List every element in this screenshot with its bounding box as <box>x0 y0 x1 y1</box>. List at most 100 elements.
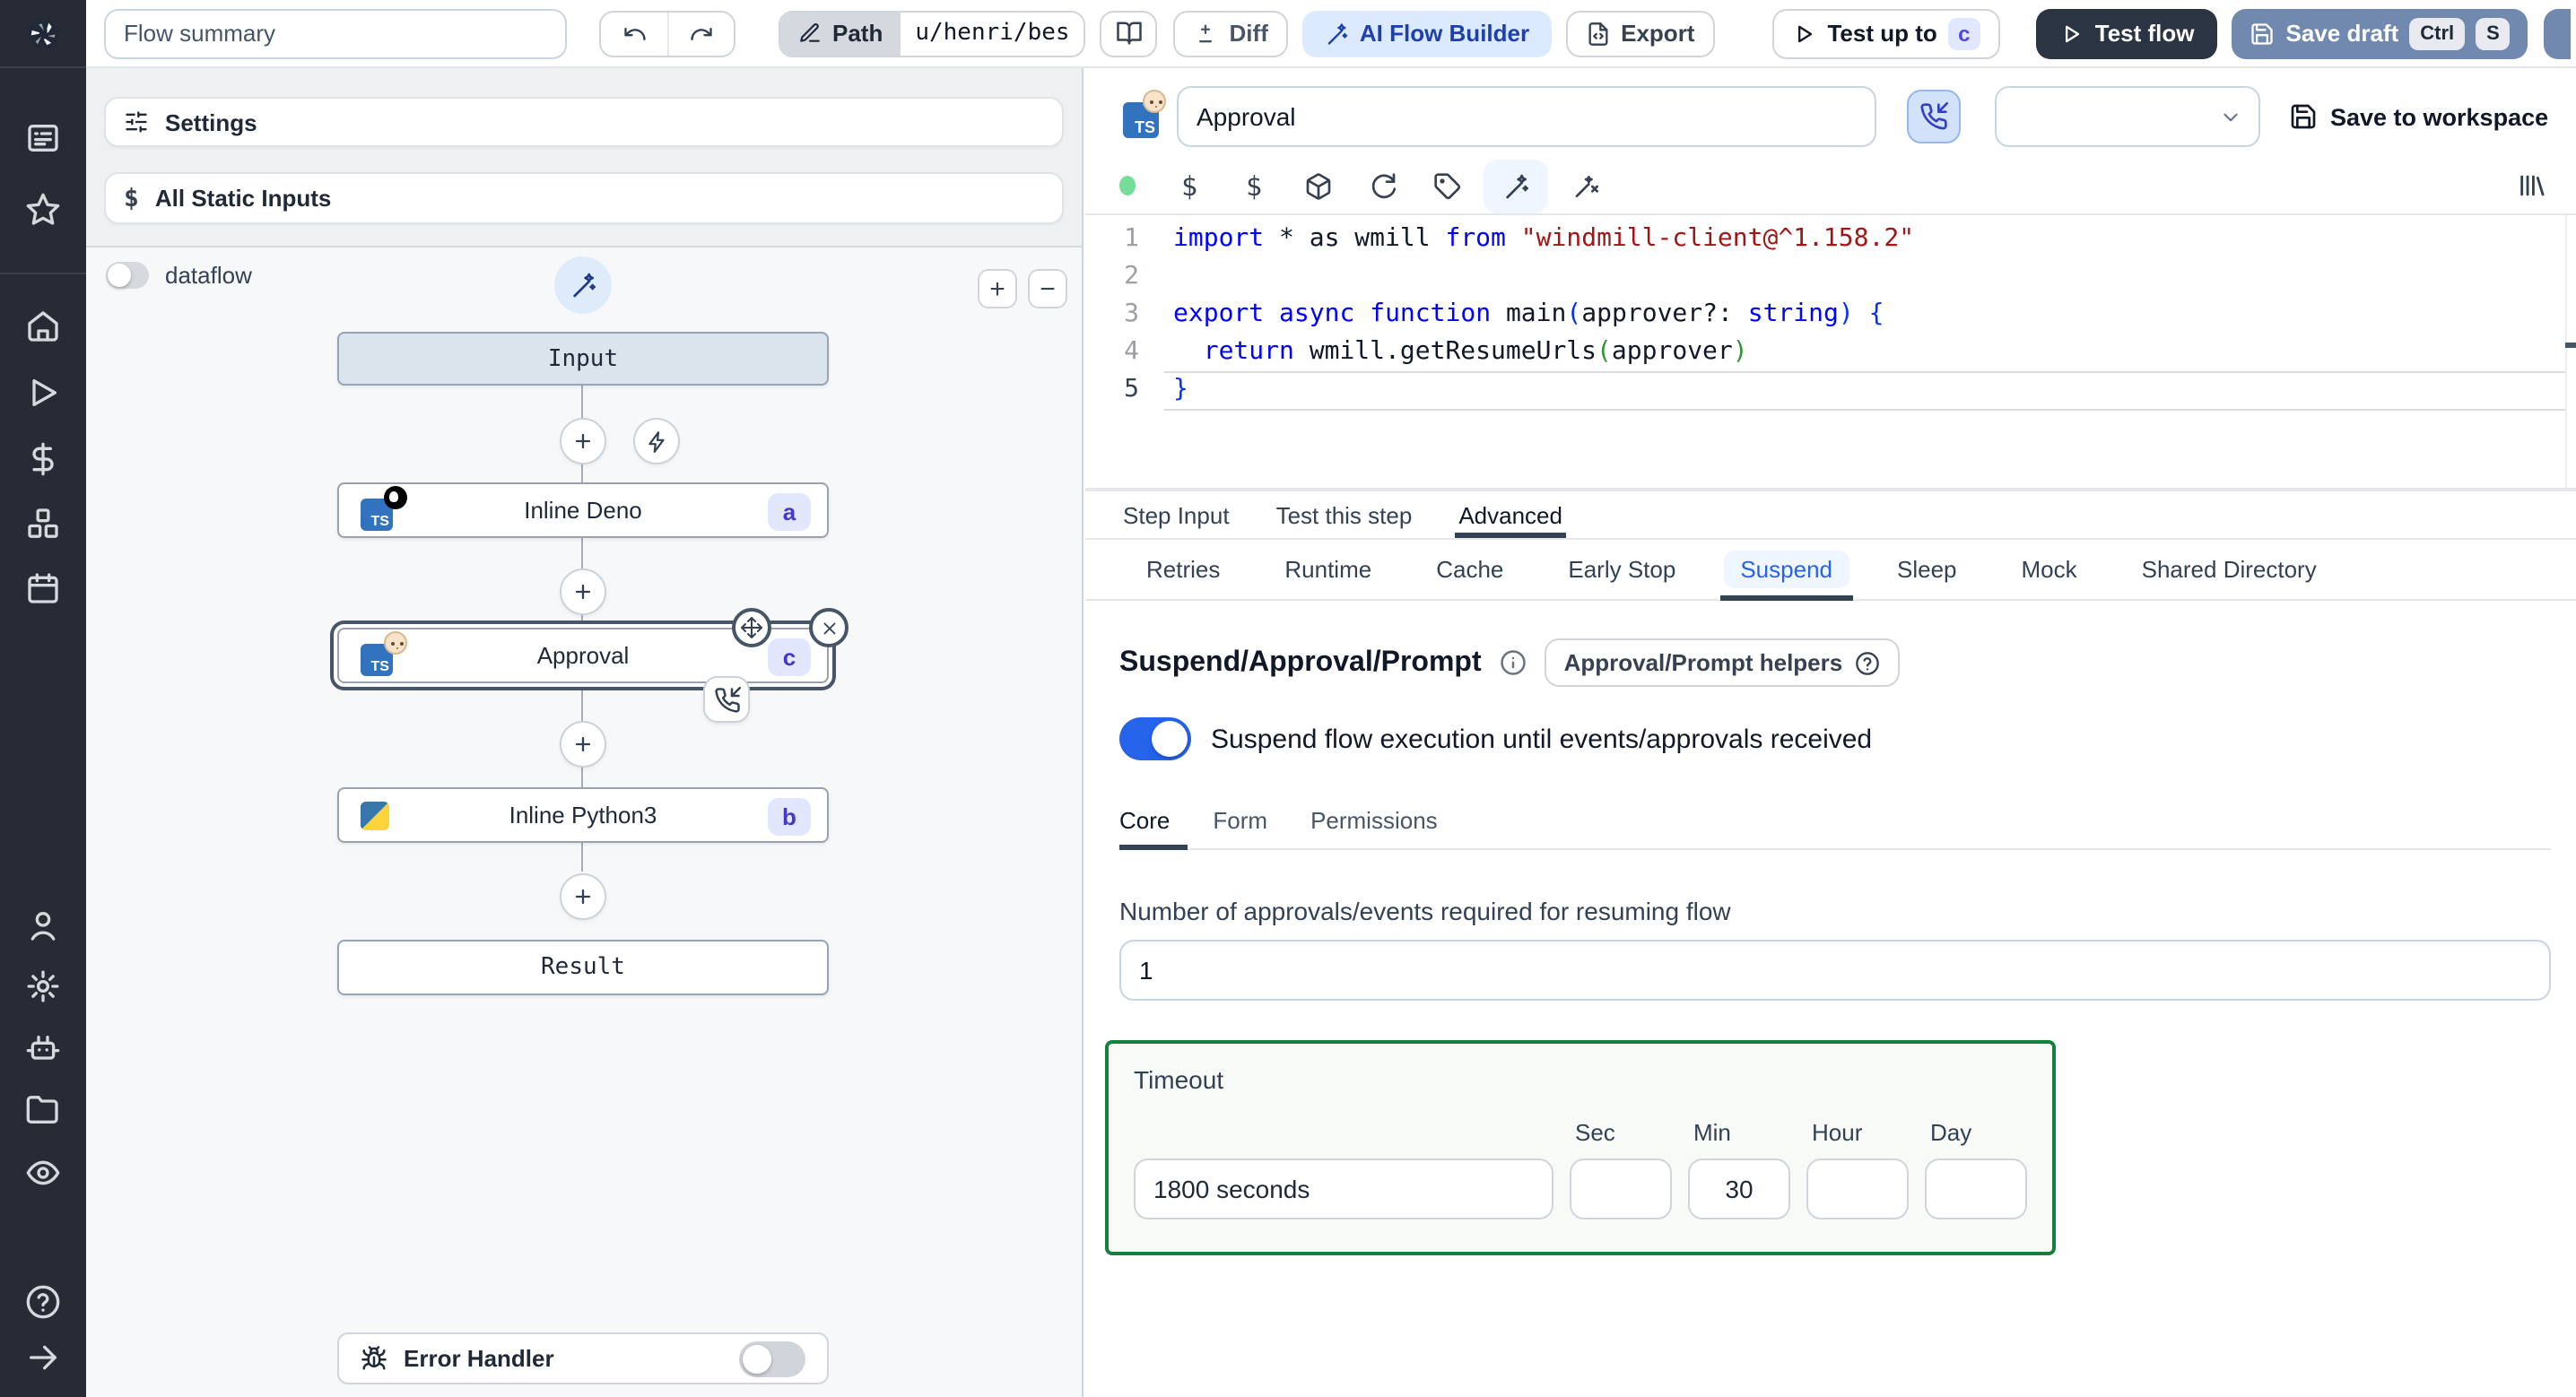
flow-settings-row[interactable]: Settings <box>104 97 1064 147</box>
zoom-out-button[interactable]: − <box>1028 269 1067 308</box>
min-input[interactable] <box>1688 1158 1790 1219</box>
expand-arrow-icon[interactable] <box>25 1340 61 1375</box>
resources-boxes-icon[interactable] <box>25 506 61 542</box>
favorites-star-icon[interactable] <box>25 192 61 228</box>
add-step-button[interactable] <box>560 873 606 920</box>
test-up-to-button[interactable]: Test up to c <box>1771 8 2000 58</box>
redo-button[interactable] <box>667 12 734 55</box>
code-line: } <box>1173 375 1188 403</box>
audit-logs-eye-icon[interactable] <box>25 1155 61 1191</box>
node-inline-deno[interactable]: TS Inline Deno a <box>337 482 829 538</box>
dataflow-toggle[interactable] <box>106 262 149 289</box>
ai-assistant-bubble[interactable] <box>554 256 612 314</box>
flow-summary-input[interactable] <box>104 8 567 58</box>
workers-robot-icon[interactable] <box>25 1031 61 1067</box>
day-input[interactable] <box>1925 1158 2027 1219</box>
line-number: 4 <box>1124 337 1139 366</box>
runs-play-icon[interactable] <box>25 375 61 411</box>
approval-typescript-icon: TS <box>1123 90 1166 138</box>
zoom-in-button[interactable]: + <box>978 269 1017 308</box>
delete-step-button[interactable] <box>809 608 849 647</box>
path-button[interactable]: Path u/henri/bes <box>779 10 1086 56</box>
add-step-button[interactable] <box>560 418 606 464</box>
reload-button[interactable] <box>1354 162 1412 209</box>
deploy-button-partial[interactable] <box>2544 8 2572 58</box>
script-version-select[interactable] <box>1995 86 2260 147</box>
cursor-position-mark <box>2565 343 2576 348</box>
subtab-mock[interactable]: Mock <box>1998 540 2101 599</box>
dollar-icon: $ <box>1245 169 1263 202</box>
apps-icon[interactable] <box>25 120 61 156</box>
suspend-heading: Suspend/Approval/Prompt <box>1119 646 1482 677</box>
node-result[interactable]: Result <box>337 940 829 995</box>
add-step-button[interactable] <box>560 568 606 615</box>
step-id-badge: c <box>768 638 811 676</box>
package-button[interactable] <box>1290 162 1347 209</box>
tab-step-input[interactable]: Step Input <box>1123 491 1230 538</box>
error-handler-row[interactable]: Error Handler <box>337 1332 829 1384</box>
library-button[interactable] <box>2517 170 2547 201</box>
all-static-inputs-label: All Static Inputs <box>154 185 332 212</box>
format-tag-button[interactable] <box>1419 162 1476 209</box>
magic-wand-icon <box>1506 173 1528 198</box>
diff-button[interactable]: Diff <box>1173 10 1288 56</box>
phone-incoming-icon <box>1920 102 1948 130</box>
approvals-required-label: Number of approvals/events required for … <box>1119 897 1731 925</box>
tab-form[interactable]: Form <box>1213 796 1292 848</box>
error-handler-label: Error Handler <box>404 1345 554 1372</box>
subtab-retries[interactable]: Retries <box>1123 540 1243 599</box>
subtab-early-stop[interactable]: Early Stop <box>1545 540 1699 599</box>
tab-permissions[interactable]: Permissions <box>1310 796 1463 848</box>
library-icon <box>2520 175 2545 196</box>
suspend-phone-button[interactable] <box>1907 90 1961 143</box>
tab-advanced[interactable]: Advanced <box>1455 491 1566 538</box>
step-name-input[interactable] <box>1177 86 1876 147</box>
move-step-button[interactable] <box>732 608 771 647</box>
workspace-settings-gear-icon[interactable] <box>25 968 61 1004</box>
all-static-inputs-row[interactable]: $ All Static Inputs <box>104 172 1064 224</box>
add-variable-button[interactable]: $ <box>1161 162 1218 209</box>
approvals-required-input[interactable] <box>1119 940 2551 1001</box>
save-draft-button[interactable]: Save draft Ctrl S <box>2232 8 2528 58</box>
ai-flow-builder-button[interactable]: AI Flow Builder <box>1301 10 1552 56</box>
approval-prompt-helpers-button[interactable]: Approval/Prompt helpers <box>1544 638 1901 687</box>
suspend-phone-badge[interactable] <box>703 676 750 723</box>
code-editor[interactable]: 1 2 3 4 5 import * as wmill from "windmi… <box>1085 215 2576 491</box>
home-icon[interactable] <box>25 308 61 344</box>
undo-button[interactable] <box>601 12 667 55</box>
tab-test-this-step[interactable]: Test this step <box>1276 491 1413 538</box>
windmill-logo[interactable] <box>0 0 86 68</box>
ai-generate-button[interactable] <box>1484 159 1548 213</box>
code-line: export async function main(approver?: st… <box>1173 299 1884 328</box>
suspend-toggle-on[interactable] <box>1119 717 1191 760</box>
add-trigger-button[interactable] <box>633 418 680 464</box>
editor-overview-ruler[interactable] <box>2565 215 2576 488</box>
line-number-active: 5 <box>1124 375 1139 403</box>
magic-wand-off-icon <box>1575 175 1598 196</box>
hour-input[interactable] <box>1806 1158 1909 1219</box>
add-step-button[interactable] <box>560 721 606 768</box>
info-icon[interactable] <box>1500 649 1527 676</box>
node-input[interactable]: Input <box>337 332 829 386</box>
sec-input[interactable] <box>1570 1158 1672 1219</box>
export-button[interactable]: Export <box>1565 10 1715 56</box>
test-flow-button[interactable]: Test flow <box>2035 8 2218 58</box>
save-to-workspace-button[interactable]: Save to workspace <box>2289 102 2548 131</box>
help-question-icon[interactable] <box>25 1284 61 1320</box>
subtab-suspend[interactable]: Suspend <box>1717 540 1856 601</box>
ai-clear-button[interactable] <box>1555 162 1613 209</box>
subtab-cache[interactable]: Cache <box>1413 540 1527 599</box>
docs-book-button[interactable] <box>1100 10 1158 56</box>
variables-dollar-icon[interactable] <box>25 441 61 477</box>
timeout-seconds-input[interactable] <box>1134 1158 1553 1219</box>
users-person-icon[interactable] <box>25 907 61 943</box>
error-handler-toggle[interactable] <box>739 1341 805 1376</box>
folders-icon[interactable] <box>25 1092 61 1128</box>
subtab-shared-directory[interactable]: Shared Directory <box>2119 540 2340 599</box>
subtab-runtime[interactable]: Runtime <box>1261 540 1395 599</box>
schedules-calendar-icon[interactable] <box>25 570 61 606</box>
tab-core[interactable]: Core <box>1119 796 1195 850</box>
add-resource-button[interactable]: $ <box>1225 162 1283 209</box>
subtab-sleep[interactable]: Sleep <box>1874 540 1980 599</box>
node-inline-python3[interactable]: Inline Python3 b <box>337 787 829 843</box>
